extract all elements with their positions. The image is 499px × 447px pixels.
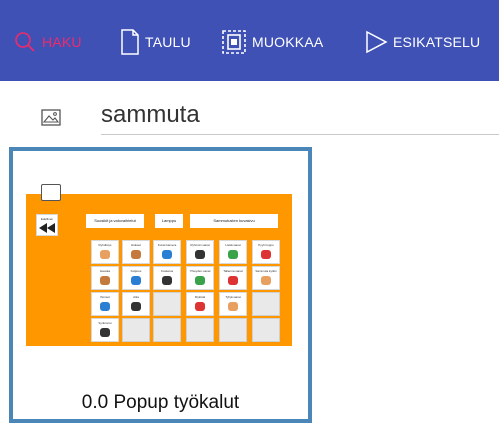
board-tab[interactable]: TAULU: [120, 28, 191, 56]
board-tile: Hiukset: [122, 240, 150, 264]
board-tile-symbol: [261, 276, 271, 285]
board-tile: [252, 292, 280, 316]
preview-tab[interactable]: ESIKATSELU: [364, 28, 480, 56]
board-tile: Tyhjä sanat: [219, 292, 247, 316]
board-tile: [252, 318, 280, 342]
back-tile-label: Edellinen: [40, 217, 54, 221]
board-thumbnail: Edellinen Suosikit ja valovaihtelut Lamp…: [26, 194, 292, 346]
edit-selection-icon: [222, 30, 246, 54]
top-toolbar: HAKU TAULU MUOKKAA ESIKATSELU: [0, 0, 499, 81]
search-tab[interactable]: HAKU: [13, 28, 82, 56]
board-tab-label: TAULU: [145, 34, 191, 50]
board-tile-label: Ihmiset: [100, 295, 110, 299]
search-icon: [15, 32, 35, 52]
board-header-2: Lamppu: [155, 214, 183, 228]
board-tile-label: Mykistä: [194, 295, 206, 299]
board-tile-symbol: [162, 276, 172, 285]
play-icon: [366, 30, 388, 54]
board-tile: Ihmiset: [91, 292, 119, 316]
board-tile-label: Ryhmän sanat: [190, 243, 210, 247]
preview-tab-label: ESIKATSELU: [393, 34, 481, 50]
back-icon: [39, 223, 55, 233]
board-tile-label: Kuljetus: [130, 269, 142, 273]
board-tile-label: Yhteyden sanat: [189, 269, 211, 273]
board-tile-symbol: [195, 302, 205, 311]
board-header-3: Sammutusten kuvasivu: [190, 214, 278, 228]
board-tile-label: Hauska: [99, 269, 111, 273]
board-tile: [219, 318, 247, 342]
board-tile-symbol: [228, 276, 238, 285]
board-tile: Tallenna sanat: [219, 266, 247, 290]
board-tile: Kosketus: [153, 266, 181, 290]
edit-tab-label: MUOKKAA: [252, 34, 324, 50]
search-tab-label: HAKU: [42, 34, 82, 50]
board-tile-label: Synkronoi: [98, 321, 112, 325]
board-tile-symbol: [100, 250, 110, 259]
board-tile-label: Lisää sanat: [225, 243, 241, 247]
board-tile-label: Ryhdistys: [98, 243, 112, 247]
board-tile-symbol: [100, 328, 110, 337]
board-tile-label: Aika: [133, 295, 139, 299]
edit-tab[interactable]: MUOKKAA: [221, 28, 323, 56]
board-tile-symbol: [195, 250, 205, 259]
board-tile-symbol: [261, 250, 271, 259]
board-tile-label: Tyhjä sanat: [225, 295, 241, 299]
board-tile-label: Kuvat kamera: [157, 243, 177, 247]
board-tile-symbol: [195, 276, 205, 285]
search-input[interactable]: [101, 95, 499, 135]
board-tile: Lisää sanat: [219, 240, 247, 264]
board-tile-label: Tallenna sanat: [223, 269, 243, 273]
board-tile: [186, 318, 214, 342]
result-card-title: 0.0 Popup työkalut: [81, 392, 240, 413]
board-tile: Ryhdistys: [91, 240, 119, 264]
board-tile-symbol: [131, 276, 141, 285]
back-tile: Edellinen: [36, 214, 58, 236]
board-tile: Sammuta kytkin: [252, 266, 280, 290]
board-tile-symbol: [100, 276, 110, 285]
board-tile: Kuvat kamera: [153, 240, 181, 264]
image-icon: [41, 109, 61, 126]
board-tile: [122, 318, 150, 342]
board-tile-symbol: [162, 250, 172, 259]
board-tile-symbol: [228, 302, 238, 311]
board-tile: Pyyhi loppu: [252, 240, 280, 264]
board-tile-label: Sammuta kytkin: [255, 269, 277, 273]
board-tile: Yhteyden sanat: [186, 266, 214, 290]
board-tile: Hauska: [91, 266, 119, 290]
board-tile-label: Pyyhi loppu: [258, 243, 274, 247]
board-tile-symbol: [228, 250, 238, 259]
board-tile: [153, 318, 181, 342]
select-checkbox[interactable]: [41, 184, 61, 201]
board-tile: Kuljetus: [122, 266, 150, 290]
board-tile: Ryhmän sanat: [186, 240, 214, 264]
board-tile: Synkronoi: [91, 318, 119, 342]
board-tile-label: Hiukset: [130, 243, 141, 247]
board-tile-label: Kosketus: [160, 269, 174, 273]
board-tile: [153, 292, 181, 316]
document-icon: [121, 29, 139, 55]
board-tile: Aika: [122, 292, 150, 316]
board-tile-symbol: [100, 302, 110, 311]
board-tile-symbol: [131, 250, 141, 259]
board-tile-symbol: [131, 302, 141, 311]
board-header-1: Suosikit ja valovaihtelut: [86, 214, 144, 228]
board-tile: Mykistä: [186, 292, 214, 316]
